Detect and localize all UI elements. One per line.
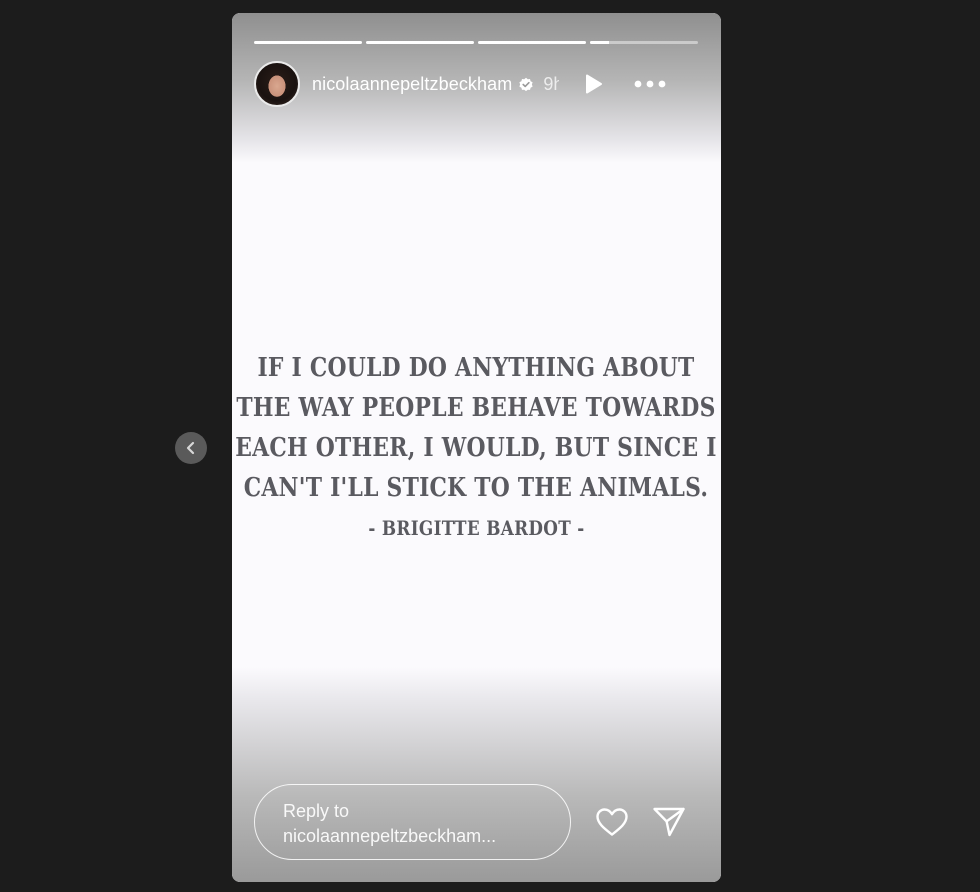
- progress-segment: [478, 41, 586, 44]
- heart-icon: [596, 808, 628, 836]
- more-options-button[interactable]: [633, 72, 667, 96]
- previous-story-button[interactable]: [175, 432, 207, 464]
- reply-input[interactable]: Reply to nicolaannepeltzbeckham...: [254, 784, 571, 860]
- progress-segment: [590, 41, 698, 44]
- chevron-left-icon: [186, 441, 195, 455]
- story-progress: [254, 41, 698, 44]
- reply-placeholder-line1: Reply to: [283, 801, 350, 821]
- username-link[interactable]: nicolaannepeltzbeckham: [312, 74, 512, 95]
- play-button[interactable]: [581, 72, 605, 96]
- quote-author: - Brigitte Bardot -: [368, 516, 585, 540]
- more-icon: [634, 80, 666, 88]
- story-card[interactable]: nicolaannepeltzbeckham 9h IF I COULD DO …: [232, 13, 721, 882]
- like-button[interactable]: [594, 804, 630, 840]
- send-icon: [653, 807, 685, 837]
- reply-placeholder-line2: nicolaannepeltzbeckham...: [283, 826, 497, 846]
- quote-text: If I could do anything about the way peo…: [235, 353, 717, 503]
- share-button[interactable]: [651, 804, 687, 840]
- progress-segment: [254, 41, 362, 44]
- avatar[interactable]: [254, 61, 300, 107]
- play-icon: [586, 74, 603, 94]
- progress-segment: [366, 41, 474, 44]
- story-content: If I could do anything about the way peo…: [232, 348, 721, 540]
- story-footer: Reply to nicolaannepeltzbeckham...: [254, 784, 703, 860]
- story-timestamp: 9h: [543, 73, 560, 94]
- story-header: nicolaannepeltzbeckham 9h: [254, 61, 703, 107]
- verified-badge-icon: [518, 77, 534, 93]
- story-viewer: nicolaannepeltzbeckham 9h IF I COULD DO …: [0, 0, 980, 892]
